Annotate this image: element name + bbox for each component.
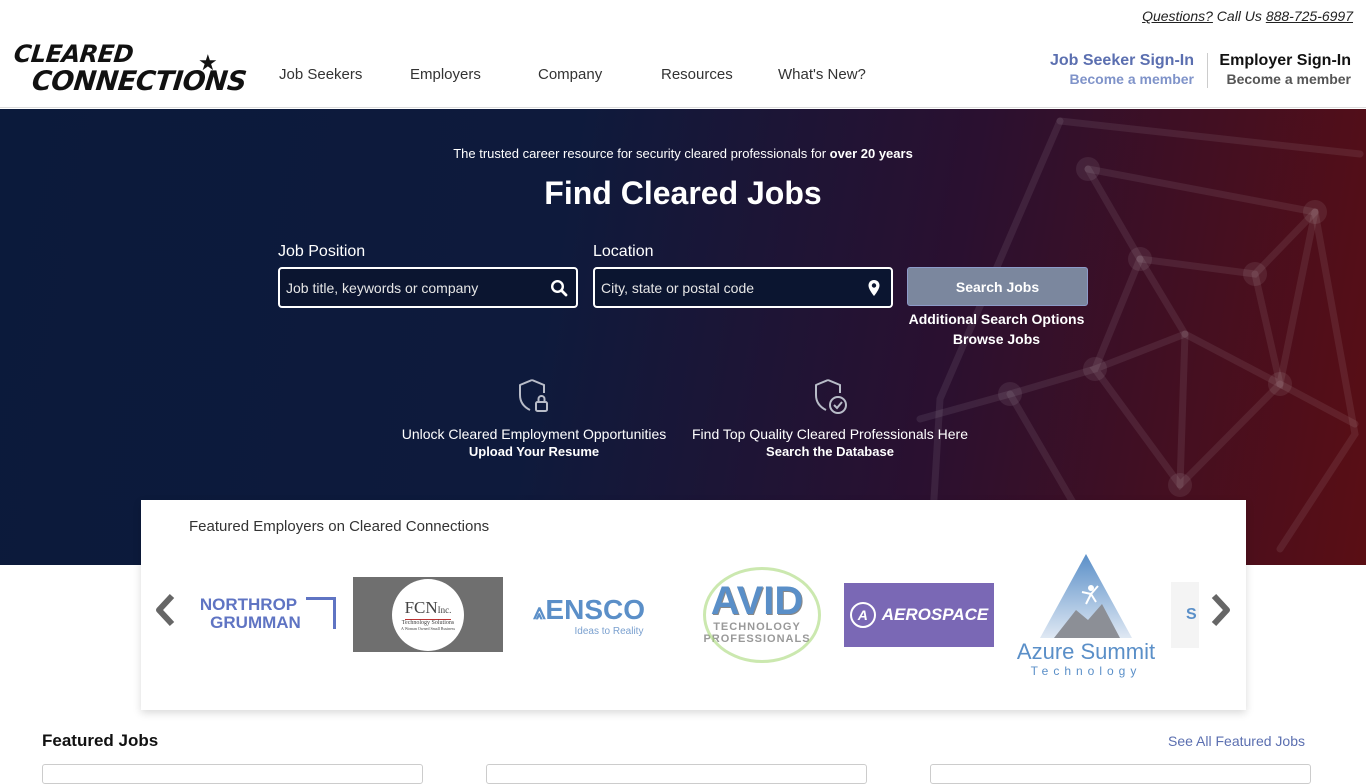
job-seeker-signin-link[interactable]: Job Seeker Sign-In: [1050, 52, 1194, 70]
employer-logo-partial[interactable]: S: [1171, 582, 1199, 648]
logo-line1: Cleared: [12, 40, 135, 68]
site-logo[interactable]: Cleared ★ Connections: [12, 40, 248, 98]
logo-text-line1: AEROSPACE: [881, 605, 989, 624]
featured-job-card[interactable]: [42, 764, 423, 784]
upload-resume-text: Unlock Cleared Employment Opportunities: [401, 426, 667, 442]
job-seeker-signin-block: Job Seeker Sign-In Become a member: [1050, 52, 1194, 87]
contact-line: Questions? Call Us 888-725-6997: [1142, 8, 1353, 24]
carousel-prev-arrow-icon[interactable]: [153, 592, 177, 628]
main-nav: Job Seekers Employers Company Resources …: [279, 66, 866, 83]
hero-title: Find Cleared Jobs: [544, 175, 822, 211]
questions-link[interactable]: Questions?: [1142, 8, 1213, 24]
hero-search-section: The trusted career resource for security…: [0, 109, 1366, 565]
site-header: Questions? Call Us 888-725-6997 Cleared …: [0, 0, 1366, 108]
location-field[interactable]: [593, 267, 893, 308]
employer-signin-link[interactable]: Employer Sign-In: [1219, 52, 1351, 70]
signin-divider: [1207, 53, 1208, 88]
search-database-promo: Find Top Quality Cleared Professionals H…: [692, 377, 968, 459]
search-jobs-button[interactable]: Search Jobs: [907, 267, 1088, 306]
aerospace-emblem-icon: A: [849, 602, 876, 628]
nav-job-seekers[interactable]: Job Seekers: [279, 66, 410, 83]
employer-become-member-link[interactable]: Become a member: [1219, 71, 1351, 87]
featured-job-card[interactable]: [930, 764, 1311, 784]
logo-bracket-shape: [306, 597, 336, 629]
job-position-label: Job Position: [278, 243, 366, 260]
employer-logo-avid[interactable]: AVID TECHNOLOGY PROFESSIONALS: [683, 557, 831, 669]
employer-logo-ensco[interactable]: ⩓ENSCO Ideas to Reality: [519, 582, 659, 648]
featured-employers-carousel: Featured Employers on Cleared Connection…: [141, 500, 1246, 710]
featured-employers-title: Featured Employers on Cleared Connection…: [189, 518, 490, 535]
ensco-tower-icon: ⩓: [533, 598, 546, 624]
location-input[interactable]: [601, 279, 856, 296]
hero-tagline: The trusted career resource for security…: [0, 146, 1366, 161]
upload-resume-promo: Unlock Cleared Employment Opportunities …: [398, 377, 670, 459]
logo-text-line1: Azure Summit: [1016, 639, 1156, 664]
upload-resume-link[interactable]: Upload Your Resume: [398, 444, 670, 459]
logo-text-sup: Inc.: [437, 604, 452, 615]
carousel-next-arrow-icon[interactable]: [1209, 592, 1233, 628]
nav-employers[interactable]: Employers: [410, 66, 538, 83]
phone-link[interactable]: 888-725-6997: [1266, 8, 1353, 24]
logo-text-line1: NORTHROP: [199, 595, 298, 614]
fcn-logo-circle: FCNInc. Technology Solutions A Woman Own…: [392, 578, 464, 651]
additional-search-options-link[interactable]: Additional Search Options: [895, 311, 1098, 327]
logo-text-line1: S: [1186, 606, 1197, 623]
nav-resources[interactable]: Resources: [661, 66, 778, 83]
employer-logo-aerospace[interactable]: A AEROSPACE: [844, 583, 994, 647]
see-all-featured-jobs-link[interactable]: See All Featured Jobs: [1168, 733, 1305, 749]
tagline-bold-text: over 20 years: [829, 146, 913, 161]
logo-text-line2: GRUMMAN: [210, 613, 301, 632]
tagline-text: The trusted career resource for security…: [453, 146, 827, 161]
map-pin-icon: [868, 280, 880, 296]
employer-logo-azure-summit[interactable]: Azure Summit Technology: [1007, 546, 1165, 684]
logo-text-line2: Ideas to Reality: [574, 625, 644, 637]
logo-text-line3: A Woman Owned Small Business: [400, 625, 456, 631]
browse-jobs-link[interactable]: Browse Jobs: [895, 331, 1098, 347]
avid-swoosh-shape: [703, 567, 821, 663]
featured-jobs-title: Featured Jobs: [42, 731, 159, 750]
logo-line2: Connections: [30, 66, 248, 97]
location-label: Location: [593, 243, 654, 260]
search-icon[interactable]: [550, 279, 568, 297]
logo-text-line2: Technology: [1030, 664, 1142, 678]
job-position-input[interactable]: [286, 279, 541, 296]
logo-text-line1: FCN: [404, 597, 438, 617]
search-database-link[interactable]: Search the Database: [692, 444, 968, 459]
search-database-text: Find Top Quality Cleared Professionals H…: [692, 426, 968, 442]
shield-check-icon: [815, 379, 847, 414]
employer-logo-fcn[interactable]: FCNInc. Technology Solutions A Woman Own…: [353, 577, 503, 652]
employer-logo-northrop-grumman[interactable]: NORTHROP GRUMMAN: [191, 595, 336, 633]
shield-lock-icon: [519, 379, 548, 412]
nav-company[interactable]: Company: [538, 66, 661, 83]
job-position-field[interactable]: [278, 267, 578, 308]
logo-text-line1: ENSCO: [545, 593, 645, 625]
employer-signin-block: Employer Sign-In Become a member: [1219, 52, 1351, 87]
call-us-label: Call Us: [1216, 8, 1262, 24]
featured-job-card[interactable]: [486, 764, 867, 784]
nav-whats-new[interactable]: What's New?: [778, 66, 866, 83]
azure-mountain-icon: [1040, 554, 1132, 638]
job-seeker-become-member-link[interactable]: Become a member: [1050, 71, 1194, 87]
